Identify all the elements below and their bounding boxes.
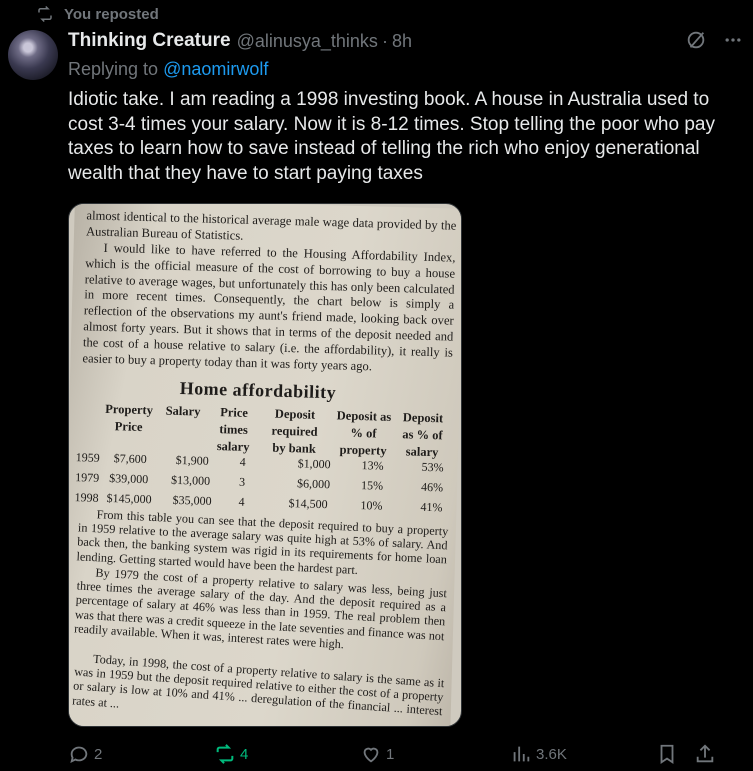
replying-to-mention[interactable]: @naomirwolf: [163, 59, 268, 79]
bookmark-icon: [660, 744, 674, 764]
like-button[interactable]: 1: [360, 741, 394, 767]
more-options-icon[interactable]: [723, 30, 743, 50]
repost-icon: [38, 5, 52, 23]
cell-pct-salary: 46%: [420, 479, 444, 495]
header-icons: [685, 29, 743, 51]
tweet-media-image[interactable]: almost identical to the historical avera…: [68, 203, 462, 727]
separator-dot: ·: [381, 30, 388, 51]
avatar[interactable]: [8, 30, 58, 80]
cell-pct-salary: 41%: [420, 499, 443, 515]
cell-year: 1998: [74, 490, 99, 505]
cell-price: $39,000: [108, 471, 149, 487]
book-paragraph: Today, in 1998, the cost of a property r…: [71, 651, 445, 719]
cell-deposit: $14,500: [288, 496, 328, 512]
views-button[interactable]: 3.6K: [510, 741, 567, 767]
tweet-time[interactable]: 8h: [392, 31, 412, 52]
repost-banner: You reposted: [36, 4, 159, 24]
cell-pct-salary: 53%: [421, 459, 444, 475]
col-header-price-times-salary: Price times salary: [216, 405, 250, 454]
cell-pct-property: 10%: [360, 498, 383, 513]
col-header-deposit-pct-salary: Deposit as % of salary: [402, 410, 444, 460]
author-name[interactable]: Thinking Creature: [68, 30, 231, 52]
replying-to-prefix: Replying to: [68, 59, 164, 79]
repost-button[interactable]: 4: [214, 741, 248, 767]
share-icon: [696, 744, 714, 763]
cell-salary: $35,000: [172, 492, 212, 508]
reply-icon: [70, 746, 88, 764]
cell-year: 1959: [75, 450, 100, 465]
cell-pct-property: 15%: [360, 478, 384, 493]
tweet-header: Thinking Creature @alinusya_thinks · 8h: [68, 29, 743, 53]
cell-salary: $13,000: [170, 472, 211, 488]
share-button[interactable]: [694, 741, 720, 767]
heart-icon: [363, 747, 379, 763]
book-page: almost identical to the historical avera…: [69, 204, 461, 726]
cell-salary: $1,900: [175, 452, 209, 468]
tweet-text: Idiotic take. I am reading a 1998 invest…: [68, 89, 715, 184]
book-table-title: Home affordability: [179, 378, 337, 403]
book-paragraph: I would like to have referred to the Hou…: [82, 240, 456, 373]
cell-times: 3: [238, 474, 246, 489]
cell-price: $7,600: [113, 451, 147, 467]
cell-deposit: $1,000: [297, 456, 331, 472]
cell-price: $145,000: [106, 491, 152, 507]
author-handle[interactable]: @alinusya_thinks: [237, 31, 378, 52]
col-header-property-price: Property Price: [105, 401, 154, 434]
repost-count: 4: [240, 745, 249, 763]
cell-pct-property: 13%: [361, 458, 384, 473]
reply-count: 2: [94, 745, 103, 763]
like-count: 1: [386, 745, 395, 763]
repost-banner-text: You reposted: [64, 5, 159, 23]
bookmark-button[interactable]: [656, 741, 682, 767]
cell-times: 4: [239, 454, 246, 469]
col-header-deposit-pct-property: Deposit as % of property: [336, 408, 392, 458]
cell-year: 1979: [75, 470, 100, 485]
cell-times: 4: [238, 494, 245, 509]
replying-to: Replying to @naomirwolf: [68, 59, 268, 80]
views-count: 3.6K: [536, 745, 567, 763]
repost-icon: [216, 744, 234, 764]
reply-button[interactable]: 2: [68, 741, 102, 767]
cell-deposit: $6,000: [296, 476, 331, 492]
analytics-icon: [513, 746, 530, 762]
col-header-deposit-required: Deposit required by bank: [271, 406, 318, 456]
tweet-actions: 2 4 1 3.6K: [0, 741, 753, 767]
col-header-salary: Salary: [165, 403, 201, 419]
grok-icon[interactable]: [685, 29, 707, 51]
